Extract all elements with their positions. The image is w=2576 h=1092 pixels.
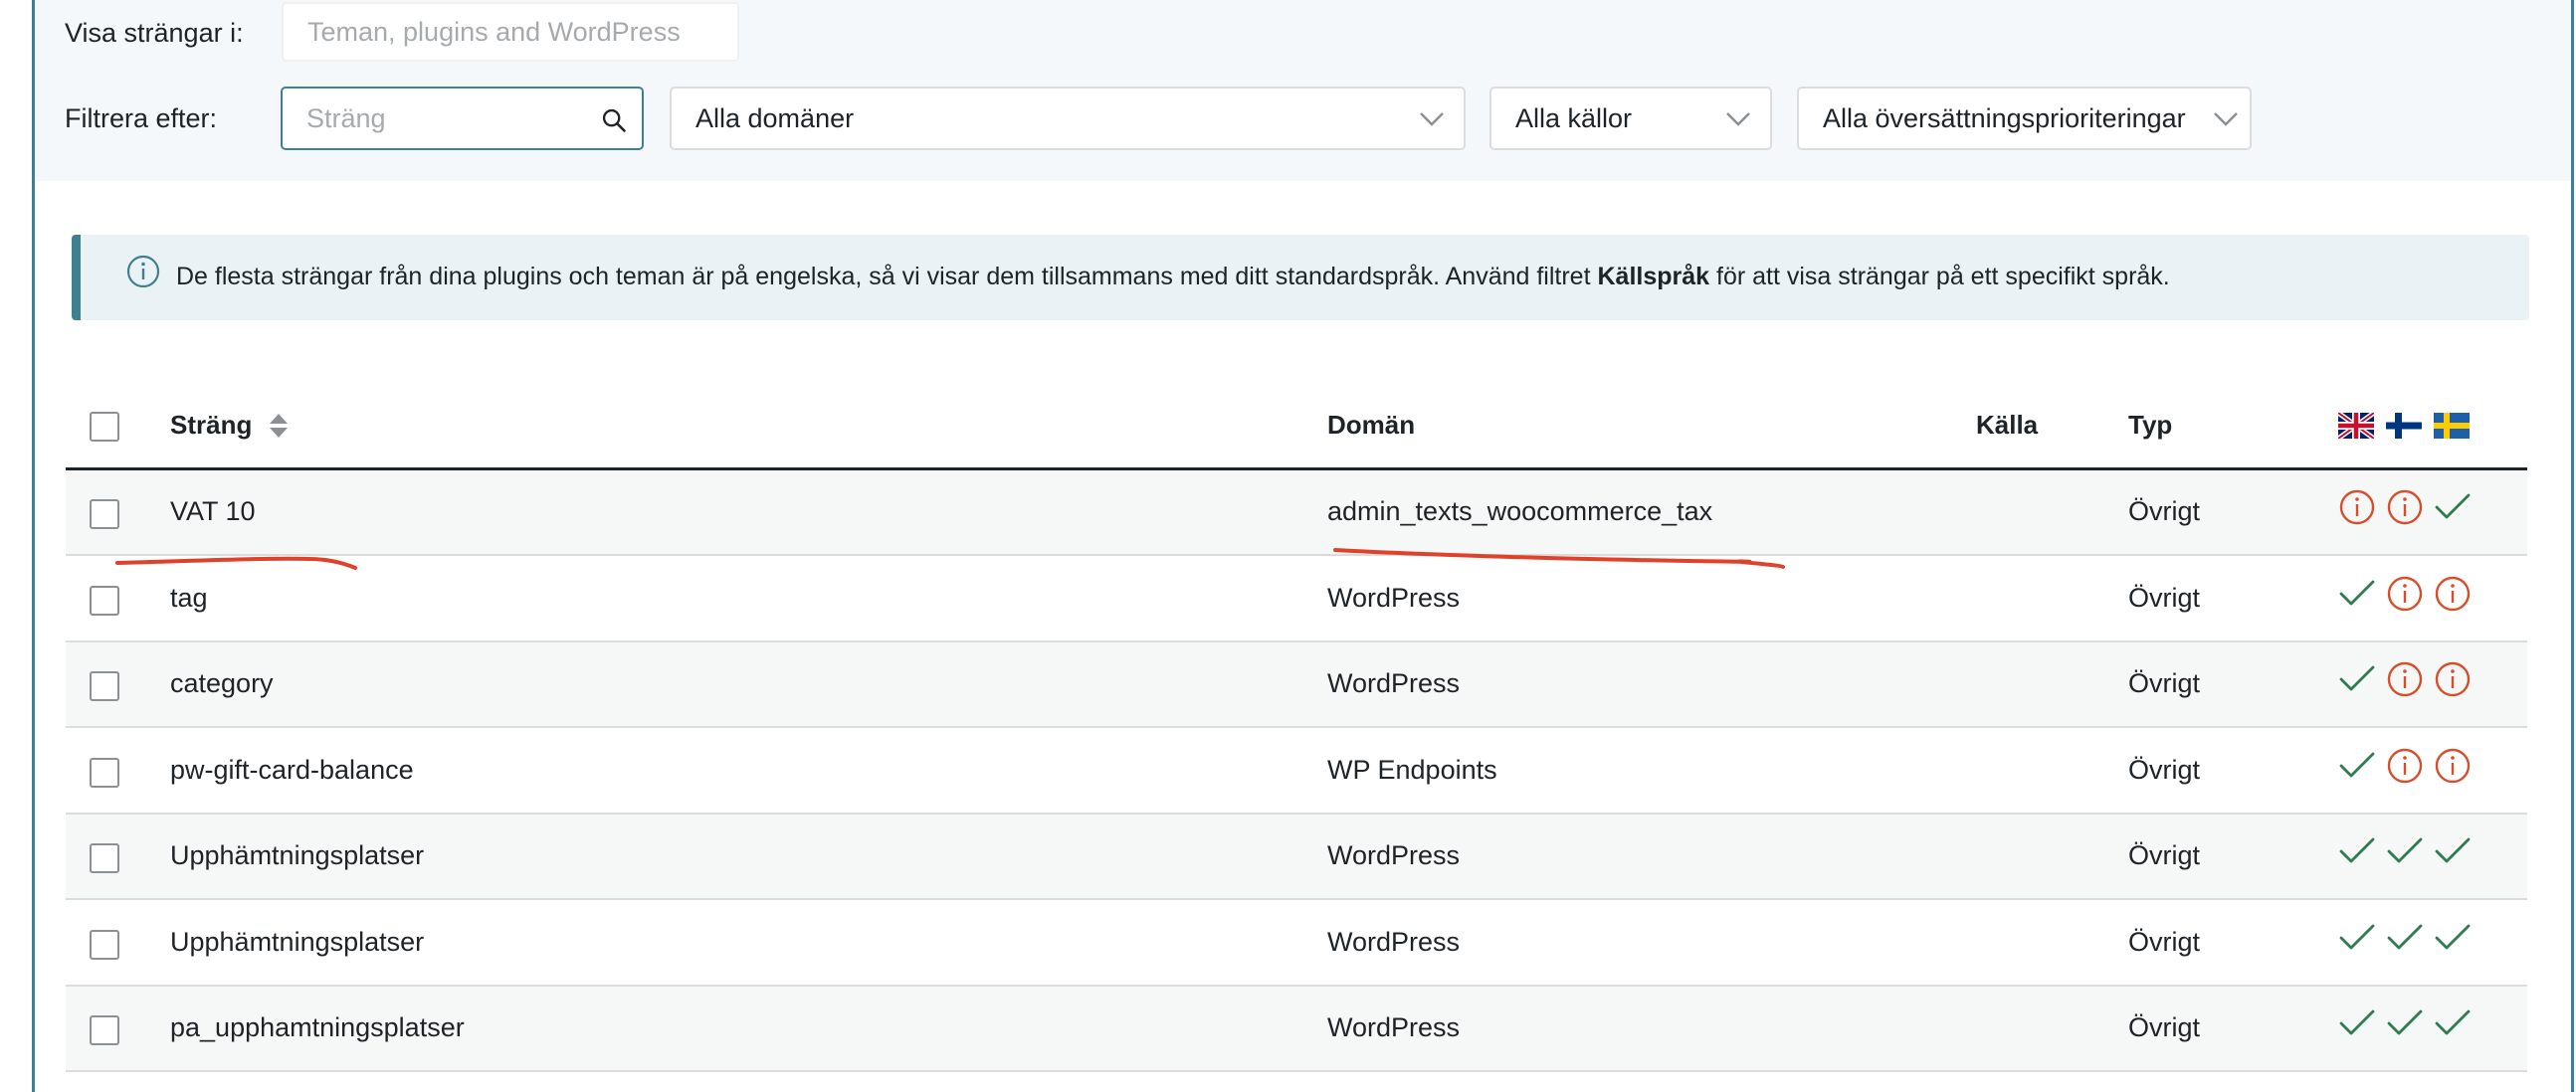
annotation-underlines xyxy=(115,548,1785,570)
